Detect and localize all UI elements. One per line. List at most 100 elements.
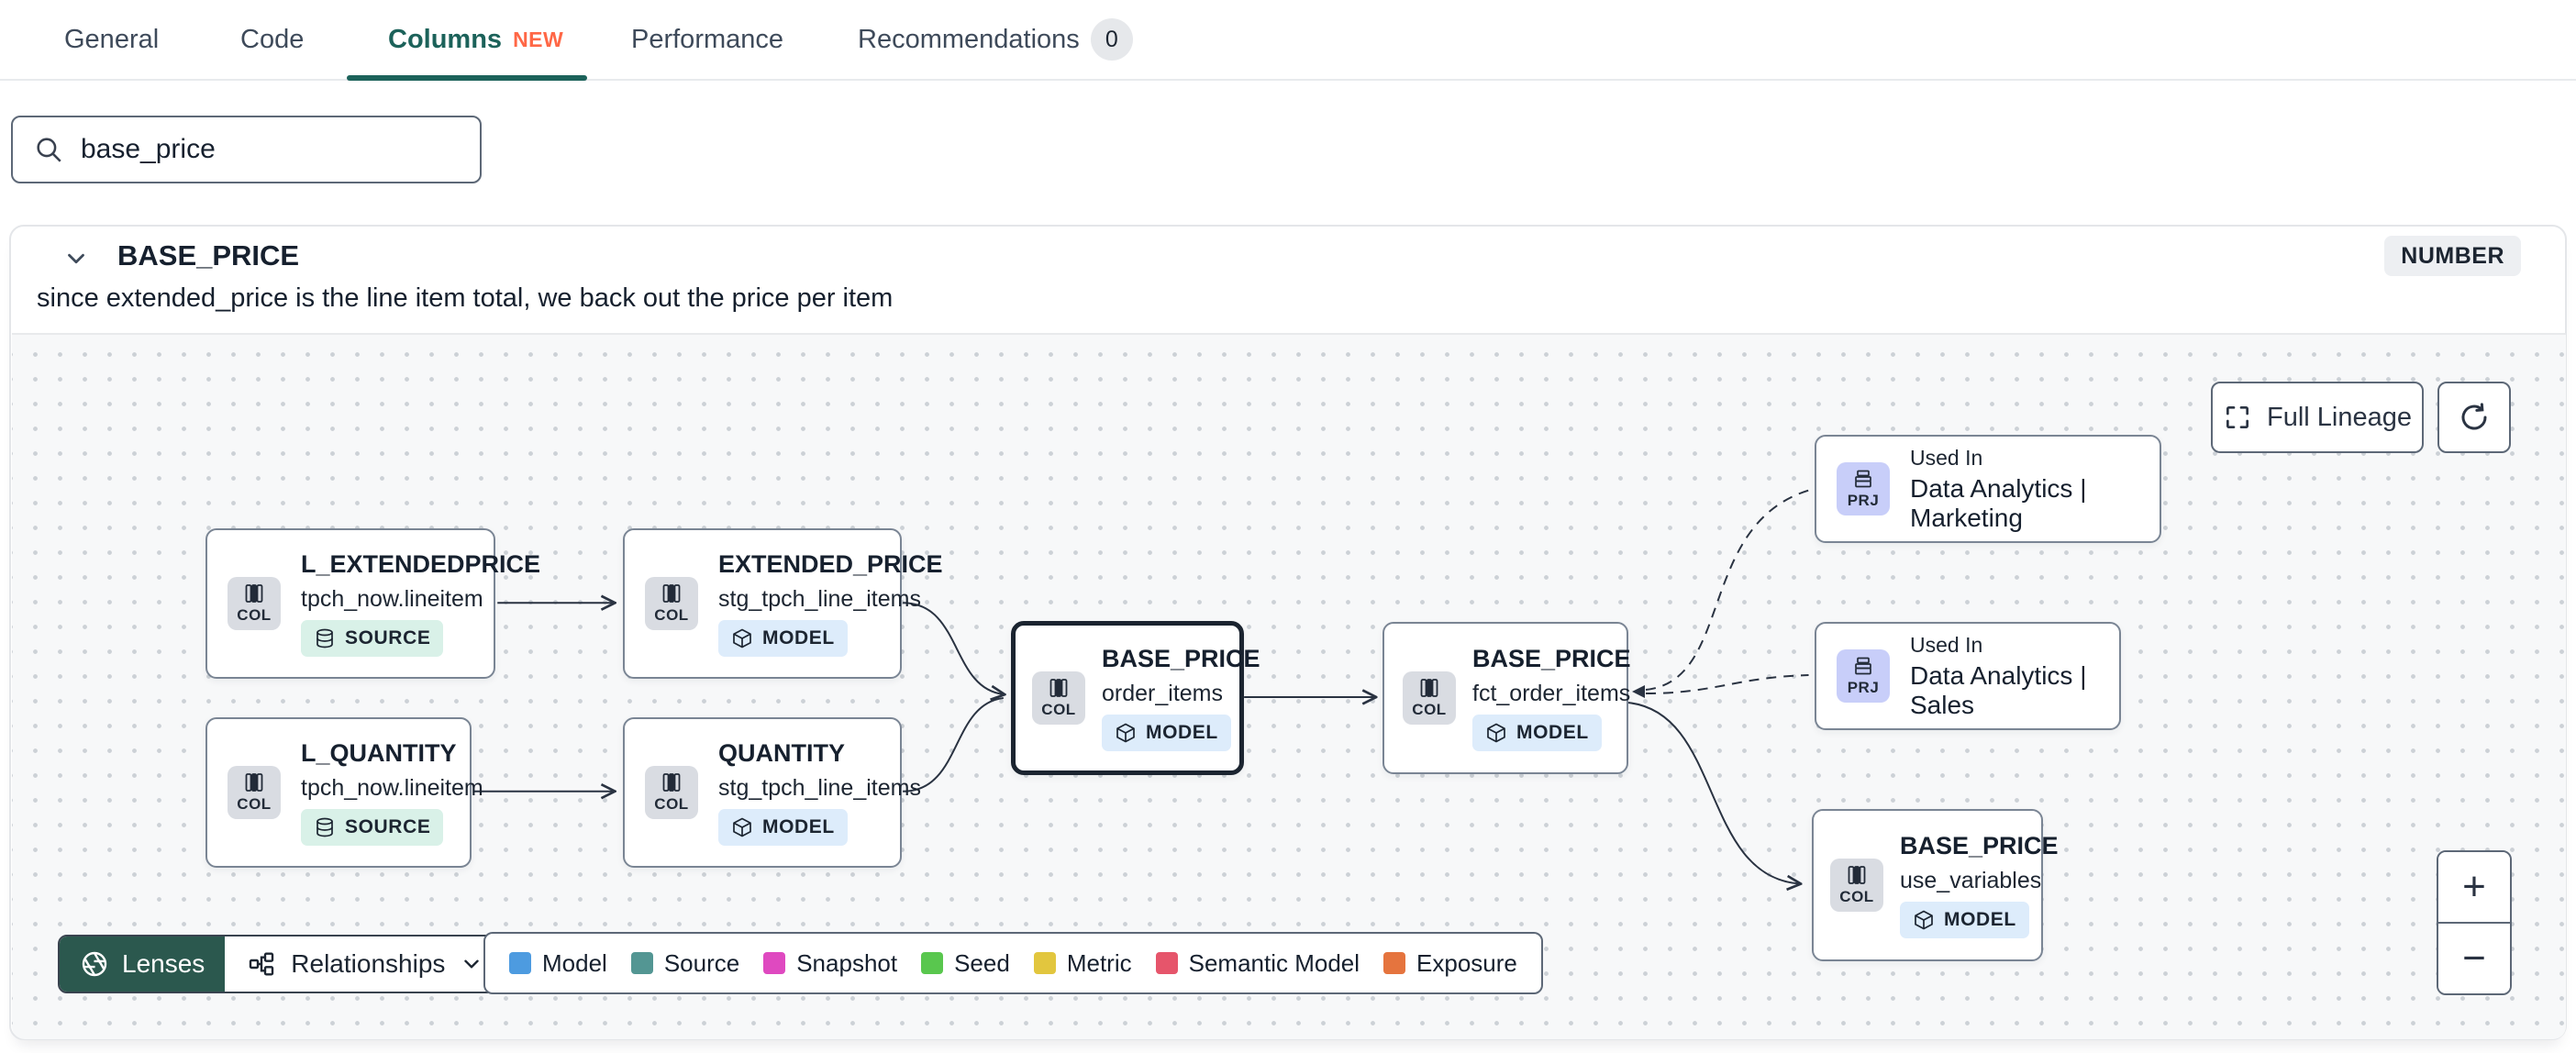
expand-icon [2226, 406, 2248, 428]
lineage-node-base-price-use-variables[interactable]: COL BASE_PRICE use_variables MODEL [1812, 809, 2059, 961]
node-title: EXTENDED_PRICE [718, 550, 943, 578]
badge-label: MODEL [1146, 722, 1218, 743]
node-subtitle: fct_order_items [1472, 681, 1631, 706]
chip-label: PRJ [1847, 492, 1880, 509]
legend-item-model: Model [509, 949, 607, 978]
columns-icon [662, 773, 681, 792]
lineage-node-quantity[interactable]: COL QUANTITY stg_tpch_line_items MODEL [623, 717, 921, 868]
legend-item-metric: Metric [1033, 949, 1132, 978]
zoom-out-button[interactable]: − [2438, 922, 2510, 993]
tab-general[interactable]: General [64, 0, 159, 79]
full-lineage-button[interactable]: Full Lineage [2211, 382, 2424, 453]
column-chip: COL [1032, 671, 1085, 725]
cube-icon [1487, 723, 1505, 743]
model-badge: MODEL [718, 620, 848, 657]
lineage-node-l-extendedprice[interactable]: COL L_EXTENDEDPRICE tpch_now.lineitem SO… [205, 528, 540, 679]
refresh-button[interactable] [2437, 382, 2511, 453]
legend-item-exposure: Exposure [1383, 949, 1517, 978]
lineage-node-base-price-order-items[interactable]: COL BASE_PRICE order_items MODEL [1011, 621, 1260, 775]
new-badge: NEW [513, 27, 564, 51]
legend-swatch [1155, 952, 1178, 974]
badge-label: MODEL [1516, 722, 1589, 743]
chip-label: COL [237, 795, 272, 813]
node-title: L_QUANTITY [301, 739, 457, 767]
tab-label: Performance [631, 24, 784, 54]
lineage-node-used-in-sales[interactable]: PRJ Used In Data Analytics | Sales [1815, 622, 2121, 730]
node-subtitle: stg_tpch_line_items [718, 586, 921, 612]
column-chip: COL [1403, 671, 1456, 725]
used-in-label: Used In [1910, 445, 1983, 470]
node-title: BASE_PRICE [1102, 645, 1260, 672]
chip-label: COL [1839, 888, 1874, 905]
columns-icon [662, 584, 681, 603]
chip-label: PRJ [1847, 679, 1880, 696]
lineage-node-used-in-marketing[interactable]: PRJ Used In Data Analytics | Marketing [1815, 435, 2161, 543]
column-search[interactable] [11, 116, 482, 183]
project-icon [1855, 657, 1871, 675]
chip-label: COL [654, 795, 689, 813]
legend-item-source: Source [630, 949, 739, 978]
legend-swatch [509, 952, 531, 974]
column-chip: COL [645, 766, 698, 819]
badge-label: SOURCE [345, 816, 431, 837]
lineage-node-extended-price[interactable]: COL EXTENDED_PRICE stg_tpch_line_items M… [623, 528, 943, 679]
columns-icon [245, 773, 263, 792]
tab-recommendations[interactable]: Recommendations 0 [858, 0, 1133, 79]
collapse-chevron-icon[interactable] [62, 245, 90, 272]
columns-icon [1848, 866, 1866, 884]
project-icon [1855, 470, 1871, 488]
node-title: QUANTITY [718, 739, 845, 767]
chip-label: COL [237, 606, 272, 624]
lineage-node-base-price-fct-order-items[interactable]: COL BASE_PRICE fct_order_items MODEL [1382, 622, 1631, 774]
legend-swatch [1383, 952, 1406, 974]
chip-label: COL [654, 606, 689, 624]
legend-item-semantic-model: Semantic Model [1155, 949, 1360, 978]
columns-icon [1049, 679, 1068, 697]
source-badge: SOURCE [301, 809, 444, 846]
tab-label: Code [240, 24, 305, 54]
used-in-label: Used In [1910, 632, 1983, 657]
recommendations-count-badge: 0 [1090, 18, 1133, 61]
aperture-icon [82, 951, 107, 977]
chip-label: COL [1041, 701, 1076, 718]
tab-code[interactable]: Code [240, 0, 304, 79]
node-title: BASE_PRICE [1472, 645, 1631, 672]
tab-label: Columns [388, 24, 503, 54]
badge-label: MODEL [1944, 909, 2016, 930]
tab-label: General [64, 24, 160, 54]
active-tab-underline [347, 75, 587, 81]
legend-swatch [630, 952, 653, 974]
column-chip: COL [228, 766, 281, 819]
relationships-icon [250, 952, 274, 976]
project-chip: PRJ [1837, 649, 1890, 703]
database-icon [316, 628, 333, 648]
cube-icon [733, 628, 751, 648]
tab-columns[interactable]: Columns NEW [388, 0, 563, 79]
page: General Code Columns NEW Performance Rec… [0, 0, 2576, 1053]
node-title: L_EXTENDEDPRICE [301, 550, 541, 578]
lineage-node-l-quantity[interactable]: COL L_QUANTITY tpch_now.lineitem SOURCE [205, 717, 483, 868]
tab-performance[interactable]: Performance [631, 0, 783, 79]
badge-label: SOURCE [345, 627, 431, 648]
node-subtitle: tpch_now.lineitem [301, 775, 483, 801]
zoom-in-button[interactable]: + [2438, 852, 2510, 922]
model-badge: MODEL [1472, 715, 1602, 751]
relationships-dropdown[interactable]: Relationships [225, 937, 506, 992]
model-badge: MODEL [718, 809, 848, 846]
project-chip: PRJ [1837, 462, 1890, 515]
legend-item-seed: Seed [921, 949, 1010, 978]
column-chip: COL [1830, 859, 1883, 912]
node-title: BASE_PRICE [1900, 832, 2059, 859]
columns-icon [1420, 679, 1438, 697]
resource-legend: Model Source Snapshot Seed Metric Semant… [483, 932, 1543, 994]
search-input[interactable] [81, 134, 460, 165]
lineage-canvas[interactable]: COL L_EXTENDEDPRICE tpch_now.lineitem SO… [12, 333, 2566, 1039]
cube-icon [1116, 723, 1135, 743]
database-icon [316, 817, 333, 837]
project-name: Data Analytics | Marketing [1910, 473, 2087, 532]
lenses-button[interactable]: Lenses [60, 937, 226, 992]
model-badge: MODEL [1900, 902, 2029, 938]
tab-label: Recommendations [858, 24, 1080, 54]
node-subtitle: use_variables [1900, 868, 2042, 893]
source-badge: SOURCE [301, 620, 444, 657]
